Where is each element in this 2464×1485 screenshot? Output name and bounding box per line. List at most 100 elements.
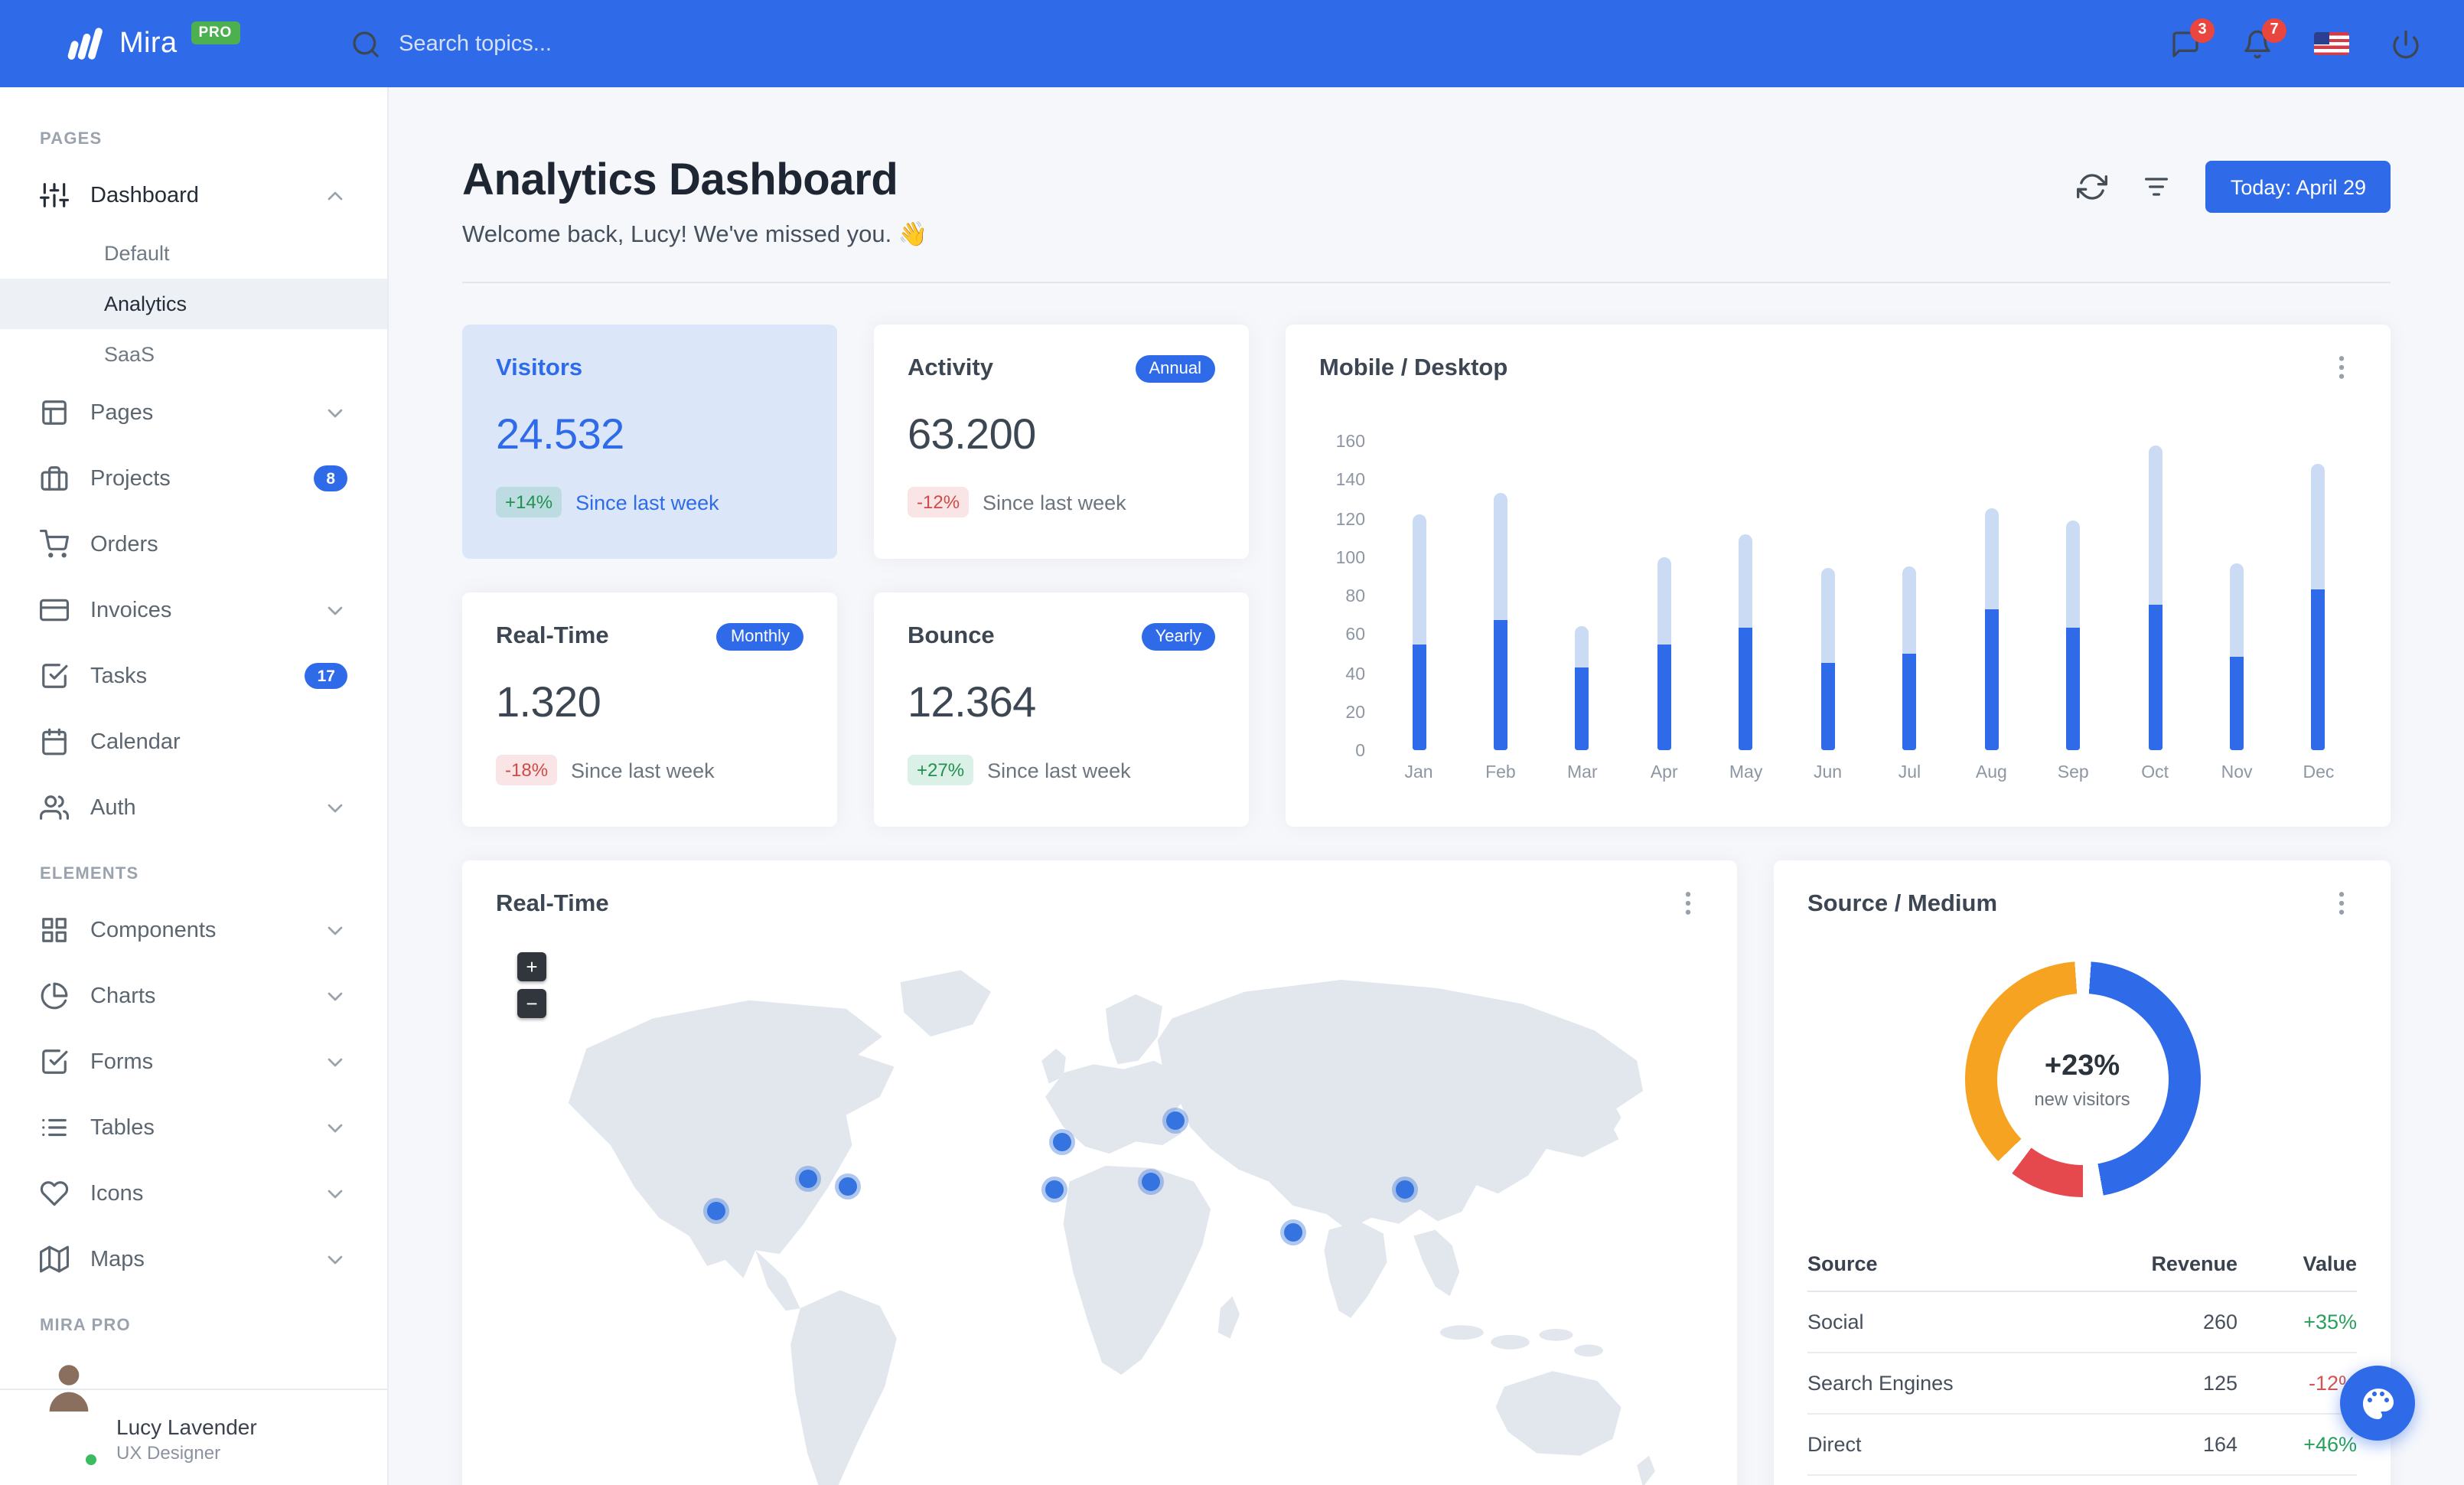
page-title: Analytics Dashboard	[462, 156, 898, 205]
map-marker[interactable]	[1141, 1173, 1160, 1192]
stacked-bar	[1820, 568, 1835, 750]
sidebar-count-badge: 8	[314, 465, 347, 491]
bar-column-mar: Mar	[1556, 441, 1608, 790]
sidebar-item-orders[interactable]: Orders	[0, 511, 387, 577]
check-square-icon	[40, 661, 69, 690]
cell-value: -12%	[2308, 1372, 2357, 1395]
notifications-button[interactable]: 7	[2242, 18, 2286, 59]
chevron-down-icon	[323, 1181, 347, 1206]
chevron-down-icon	[323, 1115, 347, 1140]
pie-chart-icon	[40, 981, 69, 1010]
sidebar-item-label: Tasks	[90, 664, 148, 688]
donut-ring: +23% new visitors	[1964, 961, 2200, 1197]
map-marker[interactable]	[1283, 1223, 1302, 1242]
map-icon	[40, 1245, 69, 1274]
stacked-bar	[1902, 566, 1917, 750]
messages-button[interactable]: 3	[2170, 18, 2215, 59]
more-options-button[interactable]	[1673, 888, 1703, 919]
avatar	[40, 1365, 99, 1468]
x-axis-label: Oct	[2141, 764, 2169, 782]
header-actions: Today: April 29	[2077, 161, 2391, 213]
sidebar-item-pages[interactable]: Pages	[0, 380, 387, 445]
brand[interactable]: Mira PRO	[64, 21, 240, 64]
sidebar-item-maps[interactable]: Maps	[0, 1226, 387, 1292]
sidebar-item-calendar[interactable]: Calendar	[0, 709, 387, 775]
sidebar-item-label: Charts	[90, 984, 156, 1008]
filter-icon[interactable]	[2142, 171, 2172, 202]
y-axis-tick: 40	[1345, 665, 1365, 684]
chevron-down-icon	[323, 598, 347, 622]
y-axis-tick: 120	[1335, 511, 1365, 529]
sidebar-item-icons[interactable]: Icons	[0, 1160, 387, 1226]
realtime-card: Real-Time Monthly 1.320 -18% Since last …	[462, 592, 837, 827]
sidebar-item-invoices[interactable]: Invoices	[0, 577, 387, 643]
refresh-icon[interactable]	[2077, 171, 2108, 202]
map-zoom-controls: + −	[517, 952, 546, 1018]
bounce-chip: Yearly	[1141, 623, 1215, 651]
sidebar-item-label: Invoices	[90, 598, 172, 622]
x-axis-label: Jul	[1898, 764, 1921, 782]
sidebar-item-tasks[interactable]: Tasks 17	[0, 643, 387, 709]
donut-center: +23% new visitors	[1964, 961, 2200, 1197]
sidebar-item-components[interactable]: Components	[0, 897, 387, 963]
bar-column-sep: Sep	[2047, 441, 2099, 790]
cell-revenue: 125	[2202, 1372, 2237, 1395]
y-axis-tick: 0	[1355, 742, 1365, 761]
stacked-bar	[2148, 445, 2163, 750]
navbar-actions: 3 7	[2170, 18, 2464, 59]
search-input[interactable]	[399, 31, 751, 56]
sidebar-item-forms[interactable]: Forms	[0, 1029, 387, 1095]
sliders-icon	[40, 181, 69, 210]
language-button[interactable]	[2314, 32, 2349, 55]
top-navbar: Mira PRO 3 7	[0, 0, 2464, 87]
donut-chart: +23% new visitors	[1807, 961, 2357, 1197]
realtime-delta: -18%	[496, 755, 558, 785]
credit-card-icon	[40, 596, 69, 625]
shopping-cart-icon	[40, 530, 69, 559]
map-marker[interactable]	[1396, 1180, 1415, 1199]
y-axis-tick: 140	[1335, 472, 1365, 491]
activity-delta: -12%	[908, 487, 970, 517]
sidebar-item-tables[interactable]: Tables	[0, 1095, 387, 1160]
date-range-button[interactable]: Today: April 29	[2205, 161, 2391, 213]
table-row: Search Engines 125 -12%	[1807, 1353, 2357, 1415]
sidebar-subitem-default[interactable]: Default	[0, 228, 387, 279]
zoom-out-button[interactable]: −	[517, 989, 546, 1018]
sign-out-button[interactable]	[2391, 28, 2421, 59]
y-axis-tick: 60	[1345, 626, 1365, 645]
chevron-down-icon	[323, 400, 347, 425]
more-options-button[interactable]	[2326, 352, 2357, 383]
sidebar-subitem-saas[interactable]: SaaS	[0, 329, 387, 380]
notifications-badge: 7	[2262, 18, 2286, 42]
cell-value: +46%	[2303, 1433, 2357, 1456]
sidebar-item-dashboard[interactable]: Dashboard	[0, 162, 387, 228]
theme-settings-fab[interactable]	[2340, 1366, 2415, 1441]
sidebar-subitem-analytics[interactable]: Analytics	[0, 279, 387, 329]
y-axis-tick: 80	[1345, 588, 1365, 606]
page-subtitle: Welcome back, Lucy! We've missed you. 👋	[462, 222, 928, 248]
sidebar-item-auth[interactable]: Auth	[0, 775, 387, 840]
card-title: Bounce	[908, 623, 995, 649]
chevron-down-icon	[323, 1049, 347, 1074]
mobile-desktop-chart: 0 20 40 60 80 100 120 140 160 Jan Feb Mar Apr May Jun…	[1319, 433, 2357, 790]
mobile-desktop-card: Mobile / Desktop 0 20 40 60 80 100 120 140 160 J…	[1286, 325, 2391, 827]
stacked-bar	[2311, 464, 2325, 750]
bounce-delta: +27%	[908, 755, 974, 785]
map-marker[interactable]	[798, 1169, 817, 1188]
sidebar-item-charts[interactable]: Charts	[0, 963, 387, 1029]
sidebar-user[interactable]: Lucy Lavender UX Designer	[0, 1365, 387, 1485]
table-row: Social 260 +35%	[1807, 1292, 2357, 1353]
us-flag-icon	[2314, 32, 2349, 55]
more-options-button[interactable]	[2326, 888, 2357, 919]
sidebar-item-label: Forms	[90, 1049, 154, 1074]
sidebar: PAGES Dashboard Default Analytics SaaS Pages P…	[0, 87, 389, 1485]
table-header: Source	[1807, 1252, 1878, 1275]
visitors-note: Since last week	[575, 491, 719, 514]
sidebar-item-label: Components	[90, 918, 217, 942]
user-name: Lucy Lavender	[116, 1414, 257, 1438]
activity-value: 63.200	[908, 410, 1036, 458]
users-icon	[40, 793, 69, 822]
zoom-in-button[interactable]: +	[517, 952, 546, 981]
sidebar-item-projects[interactable]: Projects 8	[0, 445, 387, 511]
bar-column-nov: Nov	[2211, 441, 2263, 790]
